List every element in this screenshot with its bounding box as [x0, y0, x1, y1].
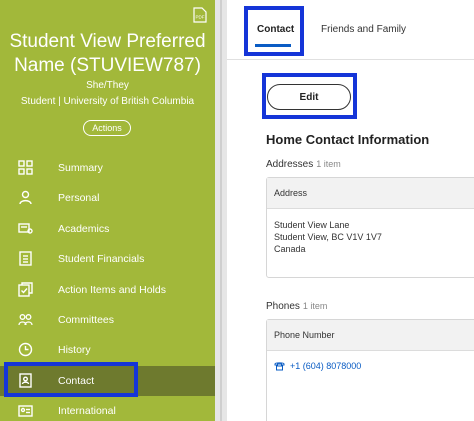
phones-label-text: Phones	[266, 301, 300, 312]
contact-highlight-box	[4, 362, 138, 397]
clock-icon	[18, 343, 33, 357]
sidebar-item-label: Summary	[58, 162, 103, 174]
phone-number-link[interactable]: +1 (604) 8078000	[290, 361, 361, 371]
diploma-icon	[18, 223, 33, 234]
sidebar-item-label: Committees	[58, 313, 115, 326]
sidebar-item-label: History	[58, 344, 91, 357]
phone-row[interactable]: +1 (604) 8078000	[267, 351, 474, 381]
addresses-label-text: Addresses	[266, 159, 314, 170]
profile-name-line2: Name (STUVIEW787)	[14, 55, 201, 76]
profile-sidebar: PDF Student View Preferred Name (STUVIEW…	[0, 0, 215, 421]
tab-bar: Contact Friends and Family	[227, 0, 474, 60]
address-value: Student View Lane Student View, BC V1V 1…	[267, 209, 474, 265]
sidebar-item-international[interactable]: International	[0, 396, 215, 421]
sidebar-item-label: Action Items and Holds	[58, 283, 166, 296]
address-line3: Canada	[274, 244, 306, 254]
phones-label: Phones 1 item	[266, 301, 327, 312]
phone-icon	[274, 362, 285, 371]
edit-highlight-box	[262, 73, 357, 119]
actions-button[interactable]: Actions	[83, 120, 131, 136]
grid-icon	[18, 160, 33, 175]
tab-friends-and-family[interactable]: Friends and Family	[321, 24, 406, 35]
sidebar-item-personal[interactable]: Personal	[0, 183, 215, 213]
section-title: Home Contact Information	[266, 132, 430, 147]
phones-card: Phone Number +1 (604) 8078000	[266, 319, 474, 421]
checklist-icon	[18, 281, 33, 297]
document-list-icon	[19, 251, 32, 266]
address-column-header: Address	[267, 178, 474, 209]
sidebar-item-committees[interactable]: Committees	[0, 305, 215, 335]
sidebar-item-label: Academics	[58, 222, 110, 235]
affiliation: Student | University of British Columbia	[20, 96, 195, 107]
addresses-label: Addresses 1 item	[266, 159, 341, 170]
sidebar-item-label: Personal	[58, 192, 100, 205]
sidebar-item-label: International	[58, 405, 116, 418]
id-card-icon	[18, 405, 33, 417]
phones-count: 1 item	[302, 301, 328, 311]
address-line1: Student View Lane	[274, 220, 350, 230]
address-line2: Student View, BC V1V 1V7	[274, 232, 382, 242]
group-icon	[18, 314, 33, 326]
sidebar-item-label: Student Financials	[58, 253, 145, 266]
pronouns: She/They	[86, 80, 129, 91]
person-icon	[19, 191, 32, 205]
addresses-count: 1 item	[316, 159, 341, 169]
panel-divider-line	[220, 0, 222, 421]
tab-highlight-box	[244, 6, 304, 56]
main-panel: Contact Friends and Family Edit Home Con…	[227, 0, 474, 421]
profile-name: Student View Preferred Name (STUVIEW787)	[0, 30, 215, 78]
addresses-card: Address Student View Lane Student View, …	[266, 177, 474, 278]
sidebar-item-summary[interactable]: Summary	[0, 153, 215, 183]
sidebar-item-student-financials[interactable]: Student Financials	[0, 244, 215, 274]
pdf-icon[interactable]: PDF	[193, 7, 207, 23]
workday-student-profile: PDF Student View Preferred Name (STUVIEW…	[0, 0, 474, 421]
sidebar-item-action-items[interactable]: Action Items and Holds	[0, 275, 215, 305]
profile-name-line1: Student View Preferred	[9, 31, 206, 52]
phone-column-header: Phone Number	[267, 320, 474, 351]
pdf-icon-label: PDF	[196, 15, 205, 20]
sidebar-item-academics[interactable]: Academics	[0, 214, 215, 244]
